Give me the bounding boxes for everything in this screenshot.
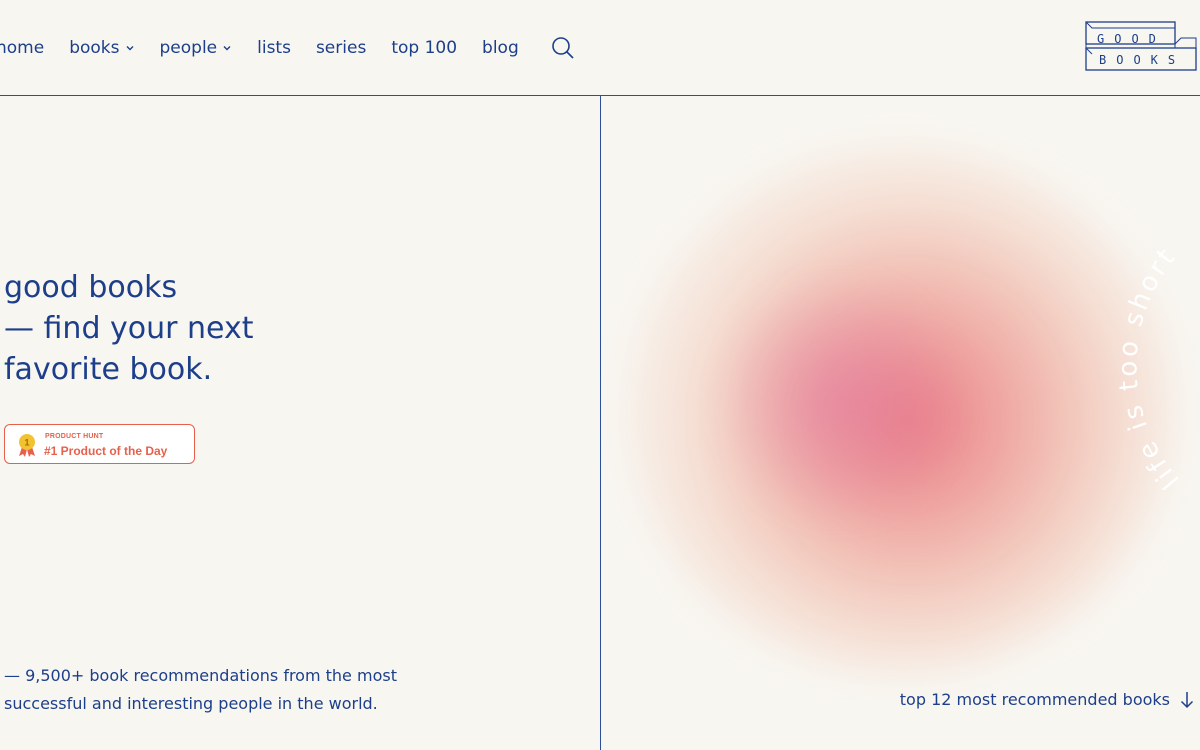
nav-item-lists[interactable]: lists bbox=[257, 36, 291, 60]
page: home books people lists series top 100 b… bbox=[0, 0, 1200, 750]
arrow-down-icon bbox=[1180, 691, 1194, 708]
gradient-blob-accent bbox=[720, 270, 960, 530]
top-12-label: top 12 most recommended books bbox=[899, 690, 1170, 709]
hero-headline: good books — find your next favorite boo… bbox=[4, 267, 424, 390]
search-icon[interactable] bbox=[551, 36, 575, 60]
nav-item-label: lists bbox=[257, 38, 291, 58]
nav-item-series[interactable]: series bbox=[316, 36, 366, 60]
headline-line: — find your next bbox=[4, 311, 254, 346]
nav-item-top-100[interactable]: top 100 bbox=[391, 36, 457, 60]
nav-item-people[interactable]: people bbox=[160, 36, 233, 60]
nav-item-blog[interactable]: blog bbox=[482, 36, 519, 60]
hero-tagline: — 9,500+ book recommendations from the m… bbox=[4, 662, 424, 718]
arc-text: life is too short bbox=[1113, 241, 1185, 490]
headline-line: good books bbox=[4, 270, 178, 305]
rotating-tagline: life is too short bbox=[1100, 230, 1200, 490]
nav-item-label: people bbox=[159, 38, 218, 58]
nav-item-label: books bbox=[69, 38, 120, 58]
product-hunt-badge[interactable]: 1 PRODUCT HUNT #1 Product of the Day bbox=[4, 424, 195, 464]
nav-item-label: top 100 bbox=[391, 38, 458, 58]
headline-line: favorite book. bbox=[4, 352, 213, 387]
nav-item-books[interactable]: books bbox=[69, 36, 134, 60]
logo-text-top: GOOD bbox=[1097, 32, 1166, 46]
medal-number: 1 bbox=[24, 438, 29, 448]
tagline-line: — 9,500+ book recommendations from the m… bbox=[4, 666, 397, 685]
medal-icon: 1 bbox=[19, 434, 35, 457]
logo-text-bottom: BOOKS bbox=[1099, 53, 1186, 67]
top-12-link[interactable]: top 12 most recommended books bbox=[900, 690, 1194, 709]
chevron-down-icon bbox=[126, 46, 133, 51]
nav-item-home[interactable]: home bbox=[0, 36, 44, 60]
nav-item-label: blog bbox=[482, 38, 519, 58]
top-nav: home books people lists series top 100 b… bbox=[0, 0, 1200, 96]
arc-text-path: life is too short bbox=[1113, 241, 1182, 490]
nav-item-label: series bbox=[315, 38, 367, 58]
nav-links: home books people lists series top 100 b… bbox=[0, 36, 575, 60]
tagline-line: successful and interesting people in the… bbox=[4, 694, 378, 713]
site-logo[interactable]: GOOD BOOKS bbox=[1085, 21, 1197, 72]
badge-eyebrow: PRODUCT HUNT bbox=[45, 433, 104, 440]
center-divider bbox=[600, 96, 601, 750]
chevron-down-icon bbox=[223, 46, 231, 51]
badge-title: #1 Product of the Day bbox=[44, 444, 168, 458]
nav-item-label: home bbox=[0, 38, 45, 58]
